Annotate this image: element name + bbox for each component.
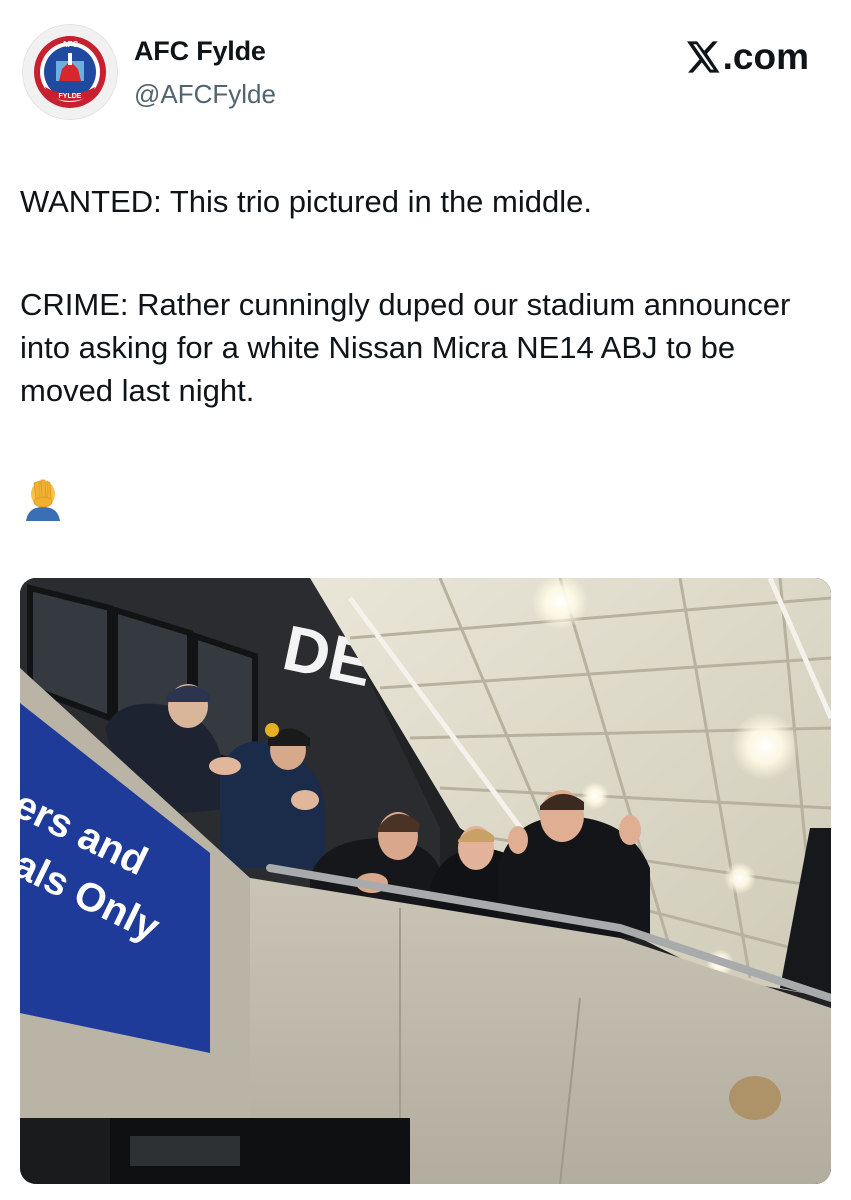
facepalm-emoji-icon bbox=[26, 479, 60, 521]
stadium-photo: DE ers and als Only bbox=[20, 578, 831, 1184]
account-handle[interactable]: @AFCFylde bbox=[134, 79, 276, 110]
x-logo-icon bbox=[686, 41, 720, 73]
svg-text:AFC: AFC bbox=[62, 40, 79, 49]
post-line-crime: CRIME: Rather cunningly duped our stadiu… bbox=[20, 287, 791, 408]
club-crest-icon: FYLDE AFC bbox=[34, 36, 106, 108]
post-header: FYLDE AFC AFC Fylde @AFCFylde .com bbox=[0, 0, 851, 130]
svg-text:FYLDE: FYLDE bbox=[59, 93, 82, 100]
brand-link[interactable]: .com bbox=[686, 36, 809, 78]
avatar[interactable]: FYLDE AFC bbox=[22, 24, 118, 120]
brand-text: .com bbox=[722, 36, 809, 77]
account-name[interactable]: AFC Fylde bbox=[134, 36, 266, 67]
post-line-wanted: WANTED: This trio pictured in the middle… bbox=[20, 184, 592, 219]
post-photo[interactable]: DE ers and als Only bbox=[20, 578, 831, 1184]
post-emoji bbox=[20, 477, 66, 532]
